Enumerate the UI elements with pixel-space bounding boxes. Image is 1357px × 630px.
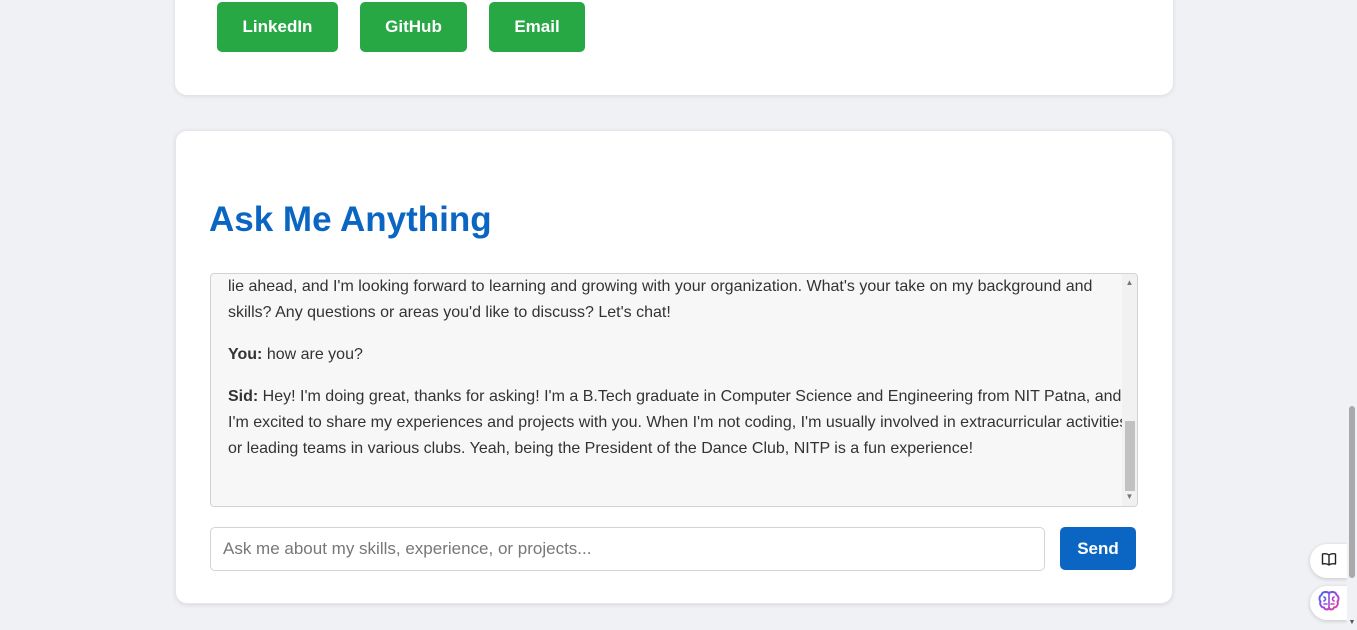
page: LinkedIn GitHub Email Ask Me Anything ma… xyxy=(0,0,1357,630)
linkedin-button[interactable]: LinkedIn xyxy=(217,2,338,52)
chat-message-text: how are you? xyxy=(266,346,363,363)
chat-message-sender: You: xyxy=(228,346,263,363)
chat-message: You: how are you? xyxy=(228,342,1128,368)
scroll-up-arrow-icon[interactable]: ▲ xyxy=(1122,276,1137,290)
page-scrollbar[interactable]: ▼ xyxy=(1347,0,1357,630)
page-scroll-down-arrow-icon[interactable]: ▼ xyxy=(1348,619,1356,626)
chat-messages[interactable]: management skills that have helped me ex… xyxy=(210,273,1138,507)
chat-message-list: management skills that have helped me ex… xyxy=(211,274,1128,478)
reader-button[interactable] xyxy=(1310,544,1348,578)
send-button[interactable]: Send xyxy=(1060,527,1136,570)
email-button[interactable]: Email xyxy=(489,2,585,52)
chat-scroll-thumb[interactable] xyxy=(1125,421,1135,491)
brain-icon xyxy=(1318,590,1340,616)
chat-scrollbar[interactable]: ▲ ▼ xyxy=(1122,274,1137,506)
chat-message-text: management skills that have helped me ex… xyxy=(228,278,1093,321)
ai-assistant-button[interactable] xyxy=(1310,586,1348,620)
page-scroll-thumb[interactable] xyxy=(1349,406,1355,578)
contact-card: LinkedIn GitHub Email xyxy=(175,0,1173,95)
chat-message-sender: Sid: xyxy=(228,388,259,405)
chat-card: Ask Me Anything management skills that h… xyxy=(175,130,1173,604)
chat-message-text: Hey! I'm doing great, thanks for asking!… xyxy=(228,388,1128,457)
scroll-down-arrow-icon[interactable]: ▼ xyxy=(1122,490,1137,504)
chat-title: Ask Me Anything xyxy=(209,200,492,239)
book-icon xyxy=(1321,552,1337,571)
github-button[interactable]: GitHub xyxy=(360,2,467,52)
chat-message: management skills that have helped me ex… xyxy=(228,274,1128,326)
chat-message: Sid: Hey! I'm doing great, thanks for as… xyxy=(228,384,1128,462)
chat-input[interactable] xyxy=(210,527,1045,571)
